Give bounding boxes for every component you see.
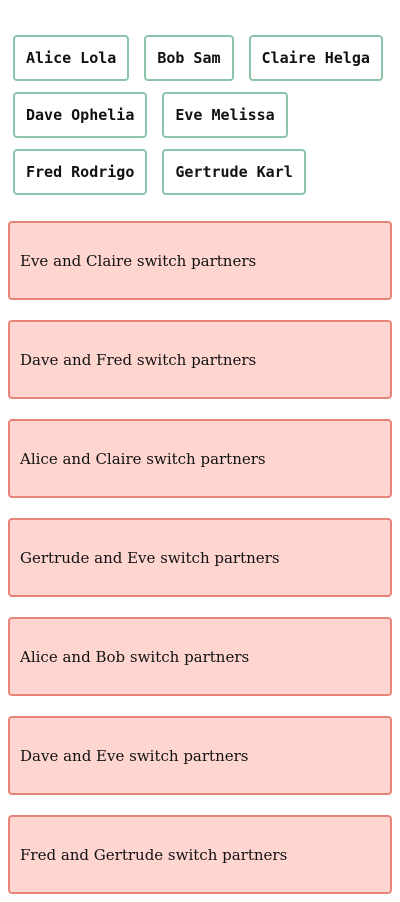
swap-steps-list: Eve and Claire switch partners Dave and … bbox=[8, 221, 392, 894]
couple-chip-eve-melissa[interactable]: Eve Melissa bbox=[162, 92, 288, 138]
swap-step-card[interactable]: Dave and Eve switch partners bbox=[8, 716, 392, 795]
couples-list: Alice Lola Bob Sam Claire Helga Dave Oph… bbox=[13, 35, 393, 195]
couple-chip-gertrude-karl[interactable]: Gertrude Karl bbox=[162, 149, 306, 195]
swap-step-card[interactable]: Eve and Claire switch partners bbox=[8, 221, 392, 300]
couple-chip-dave-ophelia[interactable]: Dave Ophelia bbox=[13, 92, 148, 138]
swap-step-card[interactable]: Dave and Fred switch partners bbox=[8, 320, 392, 399]
swap-step-card[interactable]: Fred and Gertrude switch partners bbox=[8, 815, 392, 894]
swap-step-card[interactable]: Alice and Claire switch partners bbox=[8, 419, 392, 498]
couple-chip-alice-lola[interactable]: Alice Lola bbox=[13, 35, 130, 81]
couple-chip-fred-rodrigo[interactable]: Fred Rodrigo bbox=[13, 149, 148, 195]
couple-chip-claire-helga[interactable]: Claire Helga bbox=[248, 35, 383, 81]
couple-chip-bob-sam[interactable]: Bob Sam bbox=[144, 35, 234, 81]
swap-step-card[interactable]: Gertrude and Eve switch partners bbox=[8, 518, 392, 597]
swap-step-card[interactable]: Alice and Bob switch partners bbox=[8, 617, 392, 696]
